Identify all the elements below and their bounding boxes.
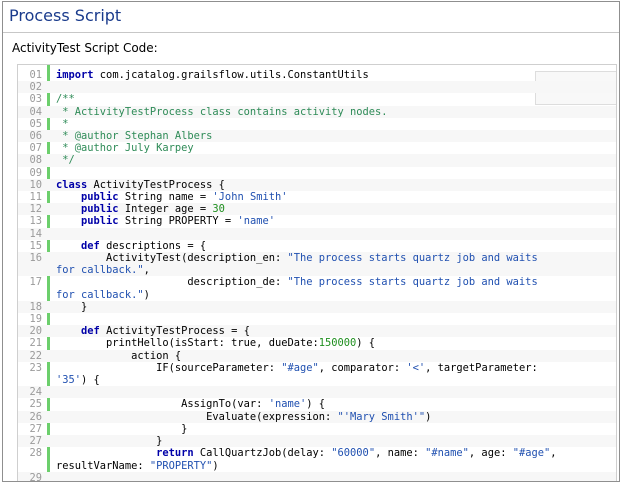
- code-line: 05 *: [18, 118, 616, 130]
- page-title: Process Script: [9, 6, 122, 25]
- code-line: 18 }: [18, 300, 616, 314]
- code-lines: 01 import com.jcatalog.grailsflow.utils.C…: [18, 69, 616, 482]
- code-text: printHello(isStart: true, dueDate:150000…: [56, 337, 376, 350]
- code-text: return CallQuartzJob(delay: "60000", nam…: [56, 447, 557, 472]
- line-number: 27: [29, 422, 42, 435]
- line-number: 19: [29, 313, 42, 326]
- code-line: 06 * @author Stephan Albers: [18, 130, 616, 143]
- line-number: 08: [29, 154, 42, 167]
- code-line: 27 }: [18, 435, 616, 448]
- line-number: 16: [29, 252, 42, 265]
- line-number: 11: [29, 191, 42, 204]
- code-line: 25 AssignTo(var: 'name') {: [18, 398, 616, 410]
- code-viewer[interactable]: 01 import com.jcatalog.grailsflow.utils.C…: [17, 64, 617, 482]
- code-text: */: [56, 154, 75, 167]
- code-text: * ActivityTestProcess class contains act…: [56, 105, 388, 118]
- code-line: 17 description_de: "The process starts q…: [18, 276, 616, 300]
- code-line: 21 printHello(isStart: true, dueDate:150…: [18, 337, 616, 349]
- code-line: 08 */: [18, 154, 616, 167]
- line-number: 27: [29, 435, 42, 448]
- line-number: 28: [29, 447, 42, 460]
- code-line: 01 import com.jcatalog.grailsflow.utils.C…: [18, 69, 616, 81]
- code-text: def ActivityTestProcess = {: [81, 325, 250, 338]
- code-text: class ActivityTestProcess {: [56, 178, 225, 191]
- code-line: 12 public Integer age = 30: [18, 203, 616, 216]
- line-number: 22: [29, 349, 42, 362]
- code-line: 22 action {: [18, 349, 616, 362]
- code-line: 23 IF(sourceParameter: "#age", comparato…: [18, 362, 616, 386]
- line-number: 04: [29, 105, 42, 118]
- line-number: 25: [29, 398, 42, 411]
- title-bar: Process Script: [3, 2, 619, 33]
- code-line: 26 Evaluate(expression: "'Mary Smith'"): [18, 410, 616, 423]
- code-line: 07 * @author July Karpey: [18, 142, 616, 154]
- code-line: 20 def ActivityTestProcess = {: [18, 325, 616, 338]
- code-line: 27 }: [18, 423, 616, 435]
- line-number: 14: [29, 227, 42, 240]
- line-number: 23: [29, 361, 42, 374]
- line-number: 05: [29, 117, 42, 130]
- code-line: 15 def descriptions = {: [18, 240, 616, 252]
- code-text: * @author Stephan Albers: [56, 130, 213, 143]
- code-text: def descriptions = {: [81, 239, 207, 252]
- code-line: 03 /**: [18, 93, 616, 105]
- code-text: Evaluate(expression: "'Mary Smith'"): [56, 410, 432, 423]
- code-line: 16 ActivityTest(description_en: "The pro…: [18, 252, 616, 277]
- line-number: 01: [29, 69, 42, 81]
- code-text: }: [56, 422, 188, 435]
- process-script-panel: Process Script ActivityTest Script Code:…: [2, 1, 620, 482]
- code-text: action {: [56, 349, 182, 362]
- code-text: public String PROPERTY = 'name': [81, 215, 275, 228]
- code-line: 14: [18, 227, 616, 240]
- code-text: }: [56, 300, 88, 313]
- code-text: * @author July Karpey: [56, 142, 194, 155]
- code-line: 19: [18, 313, 616, 325]
- code-line: 28 return CallQuartzJob(delay: "60000", …: [18, 447, 616, 471]
- code-line: 24: [18, 386, 616, 399]
- code-text: ActivityTest(description_en: "The proces…: [56, 252, 538, 277]
- code-line: 02: [18, 81, 616, 94]
- line-number: 21: [29, 337, 42, 350]
- line-number: 13: [29, 215, 42, 228]
- code-text: description_de: "The process starts quar…: [56, 276, 538, 301]
- line-number: 12: [29, 203, 42, 216]
- code-text: import com.jcatalog.grailsflow.utils.Con…: [56, 69, 369, 81]
- code-text: AssignTo(var: 'name') {: [56, 398, 326, 411]
- line-number: 03: [29, 93, 42, 106]
- line-number: 09: [29, 166, 42, 179]
- code-text: public Integer age = 30: [81, 203, 225, 216]
- line-number: 17: [29, 276, 42, 289]
- line-number: 29: [29, 471, 42, 482]
- code-line: 13 public String PROPERTY = 'name': [18, 215, 616, 227]
- script-code-label: ActivityTest Script Code:: [12, 41, 158, 55]
- line-number: 06: [29, 130, 42, 143]
- code-text: }: [56, 435, 163, 448]
- code-line: 10 class ActivityTestProcess {: [18, 178, 616, 192]
- line-number: 15: [29, 239, 42, 252]
- code-line: 11 public String name = 'John Smith': [18, 191, 616, 203]
- code-text: public String name = 'John Smith': [81, 191, 288, 204]
- code-text: /**: [56, 93, 75, 106]
- line-number: 02: [29, 81, 42, 94]
- line-number: 20: [29, 325, 42, 338]
- code-line: 09: [18, 167, 616, 179]
- line-number: 07: [29, 142, 42, 155]
- code-text: IF(sourceParameter: "#age", comparator: …: [56, 361, 538, 387]
- code-line: 29: [18, 471, 616, 482]
- code-text: *: [56, 117, 69, 130]
- code-line: 04 * ActivityTestProcess class contains …: [18, 105, 616, 118]
- line-number: 24: [29, 386, 42, 399]
- line-number: 26: [29, 410, 42, 423]
- line-number: 18: [29, 300, 42, 313]
- line-number: 10: [29, 178, 42, 191]
